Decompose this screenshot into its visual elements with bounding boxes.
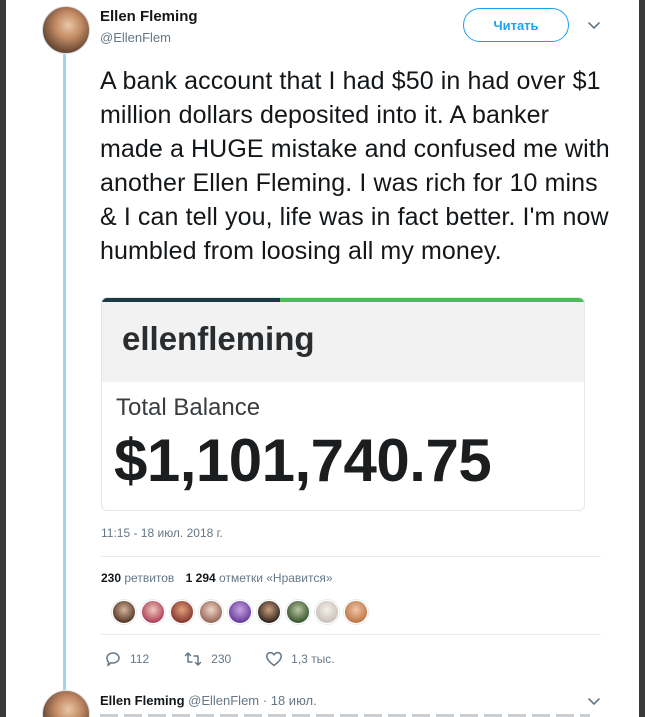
liker-avatar[interactable] [170, 600, 194, 624]
heart-icon [266, 651, 283, 667]
divider [101, 556, 601, 557]
reply-author-handle[interactable]: @EllenFlem [188, 693, 259, 708]
chevron-down-icon[interactable] [587, 18, 601, 32]
reply-text-cut-off [100, 712, 590, 717]
liker-avatar[interactable] [112, 600, 136, 624]
window-edge-left [0, 0, 6, 717]
liker-avatar[interactable] [344, 600, 368, 624]
retweet-icon [184, 652, 202, 666]
reply-count: 112 [130, 652, 150, 666]
retweet-count: 230 [211, 652, 232, 666]
retweet-button[interactable]: 230 [183, 650, 231, 668]
chevron-down-icon[interactable] [587, 694, 601, 708]
tweet-media[interactable]: ellenfleming Total Balance $1,101,740.75 [101, 297, 585, 511]
liker-avatar[interactable] [257, 600, 281, 624]
liker-avatar[interactable] [141, 600, 165, 624]
divider [101, 634, 601, 635]
liker-avatar[interactable] [228, 600, 252, 624]
tweet-actions: 112 230 1,3 тыс. [104, 650, 369, 668]
tweet-stats: 230 ретвитов 1 294 отметки «Нравится» [101, 571, 333, 585]
reply-author-name[interactable]: Ellen Fleming [100, 693, 185, 708]
media-username: ellenfleming [122, 320, 315, 357]
tweet-timestamp[interactable]: 11:15 - 18 июл. 2018 г. [101, 526, 223, 540]
thread-connector [63, 54, 66, 690]
retweets-label[interactable]: ретвитов [124, 571, 174, 585]
likes-label[interactable]: отметки «Нравится» [219, 571, 333, 585]
like-count: 1,3 тыс. [291, 652, 335, 666]
liker-avatar[interactable] [286, 600, 310, 624]
reply-icon [106, 652, 120, 667]
reply-header: Ellen Fleming @EllenFlem · 18 июл. [100, 693, 317, 708]
balance-amount: $1,101,740.75 [114, 427, 492, 494]
liker-avatar[interactable] [315, 600, 339, 624]
balance-label: Total Balance [116, 394, 261, 421]
window-edge-right [639, 0, 645, 717]
liker-avatar[interactable] [199, 600, 223, 624]
like-button[interactable]: 1,3 тыс. [265, 650, 335, 668]
reply-button[interactable]: 112 [104, 650, 149, 668]
author-handle[interactable]: @EllenFlem [100, 30, 171, 45]
retweets-count[interactable]: 230 [101, 571, 121, 585]
reply-author-avatar[interactable] [42, 690, 90, 717]
liker-avatars [112, 600, 368, 624]
tweet-text: A bank account that I had $50 in had ove… [100, 67, 610, 265]
follow-button[interactable]: Читать [463, 8, 569, 42]
author-avatar[interactable] [42, 6, 90, 54]
author-name[interactable]: Ellen Fleming [100, 8, 198, 25]
likes-count[interactable]: 1 294 [186, 571, 216, 585]
reply-date[interactable]: 18 июл. [271, 693, 317, 708]
reply-separator: · [262, 693, 268, 708]
